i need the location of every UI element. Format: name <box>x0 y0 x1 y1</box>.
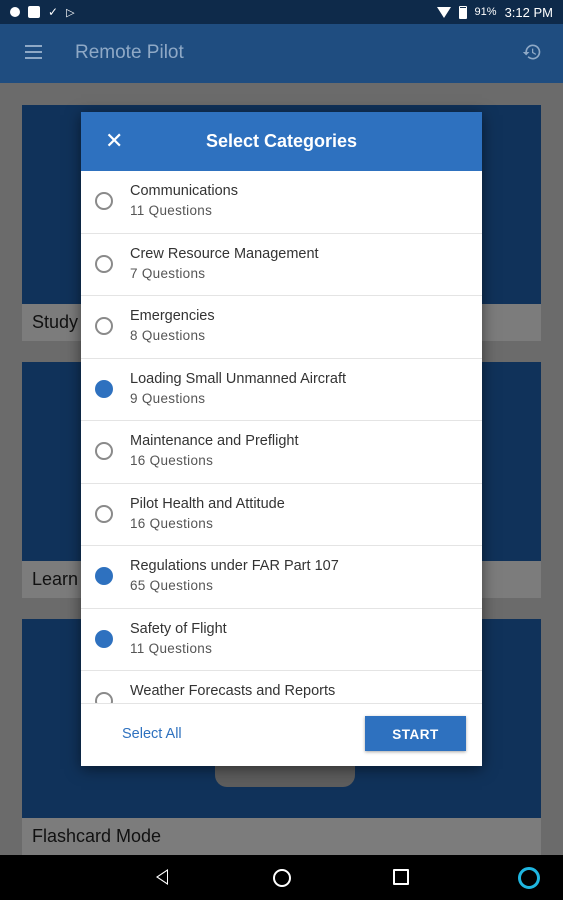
category-item[interactable]: Safety of Flight 11 Questions <box>81 609 482 671</box>
category-item[interactable]: Weather Forecasts and Reports <box>81 671 482 703</box>
category-item[interactable]: Communications 11 Questions <box>81 171 482 234</box>
category-name: Loading Small Unmanned Aircraft <box>130 370 347 387</box>
question-count: 7 Questions <box>130 265 206 281</box>
app-bar: Remote Pilot <box>0 24 563 83</box>
category-item[interactable]: Crew Resource Management 7 Questions <box>81 234 482 296</box>
back-icon[interactable] <box>156 869 168 885</box>
battery-icon <box>458 5 467 19</box>
recent-apps-icon[interactable] <box>393 869 409 885</box>
wifi-icon <box>436 6 451 18</box>
question-count: 16 Questions <box>130 515 214 531</box>
app-title: Remote Pilot <box>75 42 184 63</box>
image-icon <box>28 6 40 18</box>
dialog-header: Select Categories ✕ <box>81 112 482 171</box>
close-icon[interactable]: ✕ <box>105 130 123 152</box>
category-name: Emergencies <box>130 308 215 324</box>
question-count: 8 Questions <box>130 328 206 343</box>
category-item[interactable]: Loading Small Unmanned Aircraft 9 Questi… <box>81 359 482 421</box>
category-item[interactable]: Regulations under FAR Part 107 65 Questi… <box>81 546 482 609</box>
category-name: Crew Resource Management <box>130 245 319 262</box>
question-count: 9 Questions <box>130 390 206 406</box>
home-icon[interactable] <box>273 869 291 887</box>
question-count: 11 Questions <box>130 640 213 656</box>
question-count: 16 Questions <box>130 453 214 468</box>
radio-button[interactable] <box>95 192 113 210</box>
location-icon <box>10 7 20 17</box>
radio-button[interactable] <box>95 379 113 398</box>
category-name: Communications <box>130 183 238 199</box>
radio-button[interactable] <box>95 692 113 703</box>
clock: 3:12 PM <box>504 4 553 20</box>
radio-button[interactable] <box>95 442 113 460</box>
hamburger-menu-icon[interactable] <box>25 45 42 59</box>
category-name: Maintenance and Preflight <box>130 433 299 449</box>
check-icon: ✓ <box>48 5 59 19</box>
question-count: 65 Questions <box>130 578 214 593</box>
start-button[interactable]: START <box>365 716 466 751</box>
history-icon[interactable] <box>522 42 542 62</box>
dialog-footer: Select All START <box>81 703 482 766</box>
dialog-title: Select Categories <box>205 131 358 151</box>
radio-button[interactable] <box>95 254 113 273</box>
radio-button[interactable] <box>95 567 113 585</box>
radio-button[interactable] <box>95 317 113 335</box>
radio-button[interactable] <box>95 629 113 648</box>
select-categories-dialog: Select Categories ✕ Communications 11 Qu… <box>81 112 482 766</box>
navigation-bar <box>0 855 563 900</box>
select-all-button[interactable]: Select All <box>122 726 182 742</box>
category-name: Safety of Flight <box>130 620 227 637</box>
category-name: Regulations under FAR Part 107 <box>130 558 339 574</box>
question-count: 11 Questions <box>130 203 213 218</box>
alexa-icon[interactable] <box>518 867 540 889</box>
category-name: Weather Forecasts and Reports <box>130 683 336 699</box>
category-item[interactable]: Pilot Health and Attitude 16 Questions <box>81 484 482 546</box>
category-item[interactable]: Maintenance and Preflight 16 Questions <box>81 421 482 484</box>
category-item[interactable]: Emergencies 8 Questions <box>81 296 482 359</box>
play-store-icon: ▷ <box>66 6 75 19</box>
battery-percent: 91% <box>474 6 497 18</box>
category-name: Pilot Health and Attitude <box>130 495 285 512</box>
category-list[interactable]: Communications 11 Questions Crew Resourc… <box>81 171 482 703</box>
card-label: Flashcard Mode <box>22 818 541 855</box>
status-bar: ✓ ▷ 91% 3:12 PM <box>0 0 563 24</box>
radio-button[interactable] <box>95 504 113 523</box>
